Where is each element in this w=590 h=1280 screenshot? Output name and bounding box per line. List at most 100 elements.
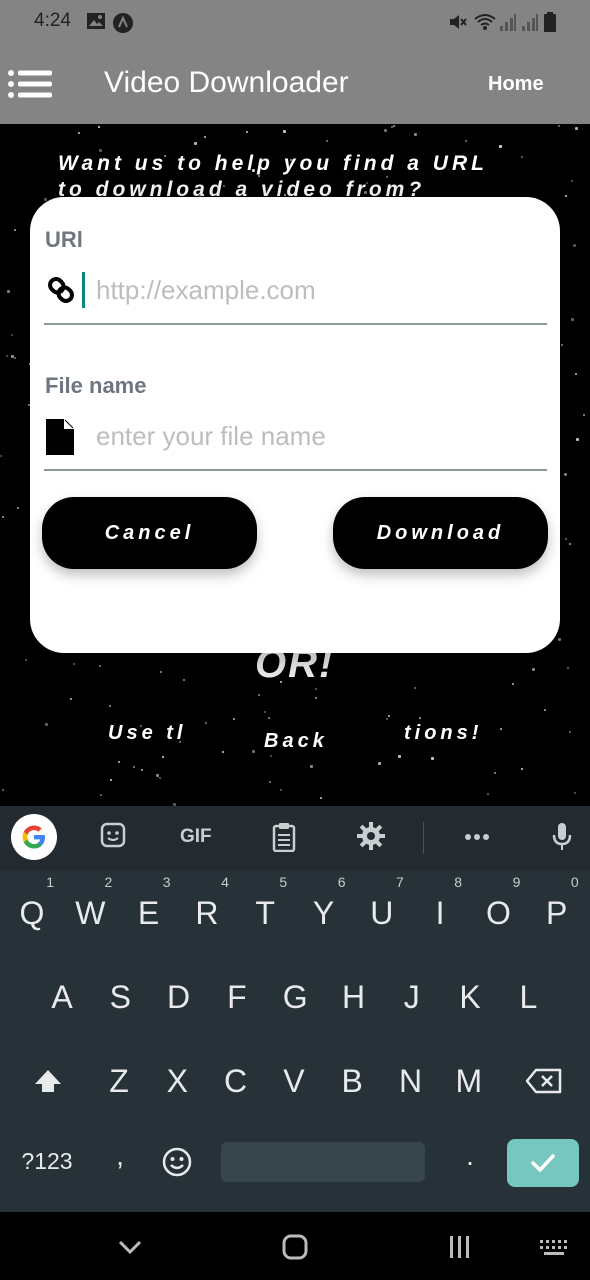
star-dot <box>571 180 573 182</box>
star-dot <box>431 757 434 760</box>
key-l[interactable]: L <box>500 962 556 1032</box>
key-s[interactable]: S <box>92 962 148 1032</box>
cancel-button[interactable]: Cancel <box>42 497 257 569</box>
key-label: I <box>435 895 445 931</box>
key-u[interactable]: U7 <box>354 874 410 948</box>
star-dot <box>565 538 567 540</box>
star-dot <box>564 473 567 476</box>
download-button[interactable]: Download <box>333 497 548 569</box>
star-dot <box>569 731 571 733</box>
star-dot <box>574 792 576 794</box>
star-dot <box>521 768 523 770</box>
key-x[interactable]: X <box>149 1046 205 1116</box>
more-icon[interactable] <box>464 822 490 854</box>
star-dot <box>252 750 255 753</box>
hamburger-menu-icon[interactable] <box>8 70 52 98</box>
key-label: M <box>455 1063 483 1099</box>
star-dot <box>70 698 72 700</box>
key-o[interactable]: O9 <box>470 874 526 948</box>
url-input[interactable] <box>96 271 536 309</box>
gif-button[interactable]: GIF <box>180 822 212 854</box>
backspace-key[interactable] <box>522 1066 566 1102</box>
url-label: URl <box>45 227 83 252</box>
mic-icon[interactable] <box>552 822 572 854</box>
key-label: Y <box>312 895 335 931</box>
symbols-key[interactable]: ?123 <box>12 1148 82 1175</box>
key-n[interactable]: N <box>383 1046 439 1116</box>
star-dot <box>7 290 10 293</box>
star-dot <box>162 756 164 758</box>
star-dot <box>118 761 120 763</box>
star-dot <box>141 769 143 771</box>
key-r[interactable]: R4 <box>179 874 235 948</box>
key-a[interactable]: A <box>34 962 90 1032</box>
key-m[interactable]: M <box>441 1046 497 1116</box>
key-number-hint: 8 <box>454 874 463 890</box>
key-i[interactable]: I8 <box>412 874 468 948</box>
settings-icon[interactable] <box>357 822 385 854</box>
star-dot <box>567 667 569 669</box>
key-t[interactable]: T5 <box>237 874 293 948</box>
home-nav-icon[interactable] <box>274 1232 314 1262</box>
key-c[interactable]: C <box>208 1046 264 1116</box>
key-q[interactable]: Q1 <box>4 874 60 948</box>
home-link[interactable]: Home <box>488 73 544 96</box>
key-number-hint: 2 <box>104 874 113 890</box>
key-number-hint: 7 <box>396 874 404 890</box>
key-number-hint: 6 <box>337 874 346 890</box>
key-f[interactable]: F <box>209 962 265 1032</box>
back-link[interactable]: Back <box>264 730 328 753</box>
star-dot <box>109 705 111 707</box>
key-h[interactable]: H <box>326 962 382 1032</box>
star-dot <box>576 438 579 441</box>
space-bar[interactable] <box>221 1142 425 1182</box>
star-dot <box>494 772 496 774</box>
key-k[interactable]: K <box>442 962 498 1032</box>
key-label: T <box>255 895 275 931</box>
star-dot <box>500 728 502 730</box>
key-p[interactable]: P0 <box>529 874 585 948</box>
file-icon <box>44 419 78 455</box>
signal-icon <box>499 12 517 36</box>
key-z[interactable]: Z <box>91 1046 147 1116</box>
period-key[interactable]: . <box>458 1140 482 1172</box>
star-dot <box>269 781 271 783</box>
clipboard-icon[interactable] <box>272 822 296 854</box>
star-dot <box>258 694 260 696</box>
key-label: N <box>398 1063 423 1099</box>
keyboard-switch-icon[interactable] <box>534 1232 574 1262</box>
key-label: H <box>341 979 366 1015</box>
file-name-input[interactable] <box>96 417 536 455</box>
emoji-key[interactable] <box>160 1146 194 1180</box>
key-number-hint: 1 <box>46 874 54 890</box>
star-dot <box>575 373 577 375</box>
star-dot <box>11 355 14 358</box>
shift-key[interactable] <box>28 1064 68 1104</box>
app-bar: Video Downloader Home <box>0 46 590 124</box>
key-b[interactable]: B <box>324 1046 380 1116</box>
key-g[interactable]: G <box>267 962 323 1032</box>
key-v[interactable]: V <box>266 1046 322 1116</box>
key-y[interactable]: Y6 <box>296 874 352 948</box>
key-label: L <box>519 979 538 1015</box>
star-dot <box>326 140 328 142</box>
google-icon[interactable] <box>11 814 57 860</box>
comma-key[interactable]: , <box>108 1140 132 1172</box>
key-e[interactable]: E3 <box>121 874 177 948</box>
back-nav-icon[interactable] <box>110 1232 150 1262</box>
options-text: tions! <box>404 722 483 744</box>
key-d[interactable]: D <box>151 962 207 1032</box>
enter-key[interactable] <box>507 1139 579 1187</box>
star-dot <box>17 507 19 509</box>
use-text: Use tl <box>108 722 187 744</box>
wifi-icon <box>473 12 497 36</box>
key-w[interactable]: W2 <box>62 874 118 948</box>
recents-nav-icon[interactable] <box>440 1232 480 1262</box>
star-dot <box>414 687 416 689</box>
star-dot <box>159 777 161 779</box>
key-j[interactable]: J <box>384 962 440 1032</box>
key-label: R <box>195 895 219 931</box>
sticker-icon[interactable] <box>100 822 126 854</box>
star-dot <box>575 127 578 130</box>
key-label: V <box>283 1063 305 1099</box>
